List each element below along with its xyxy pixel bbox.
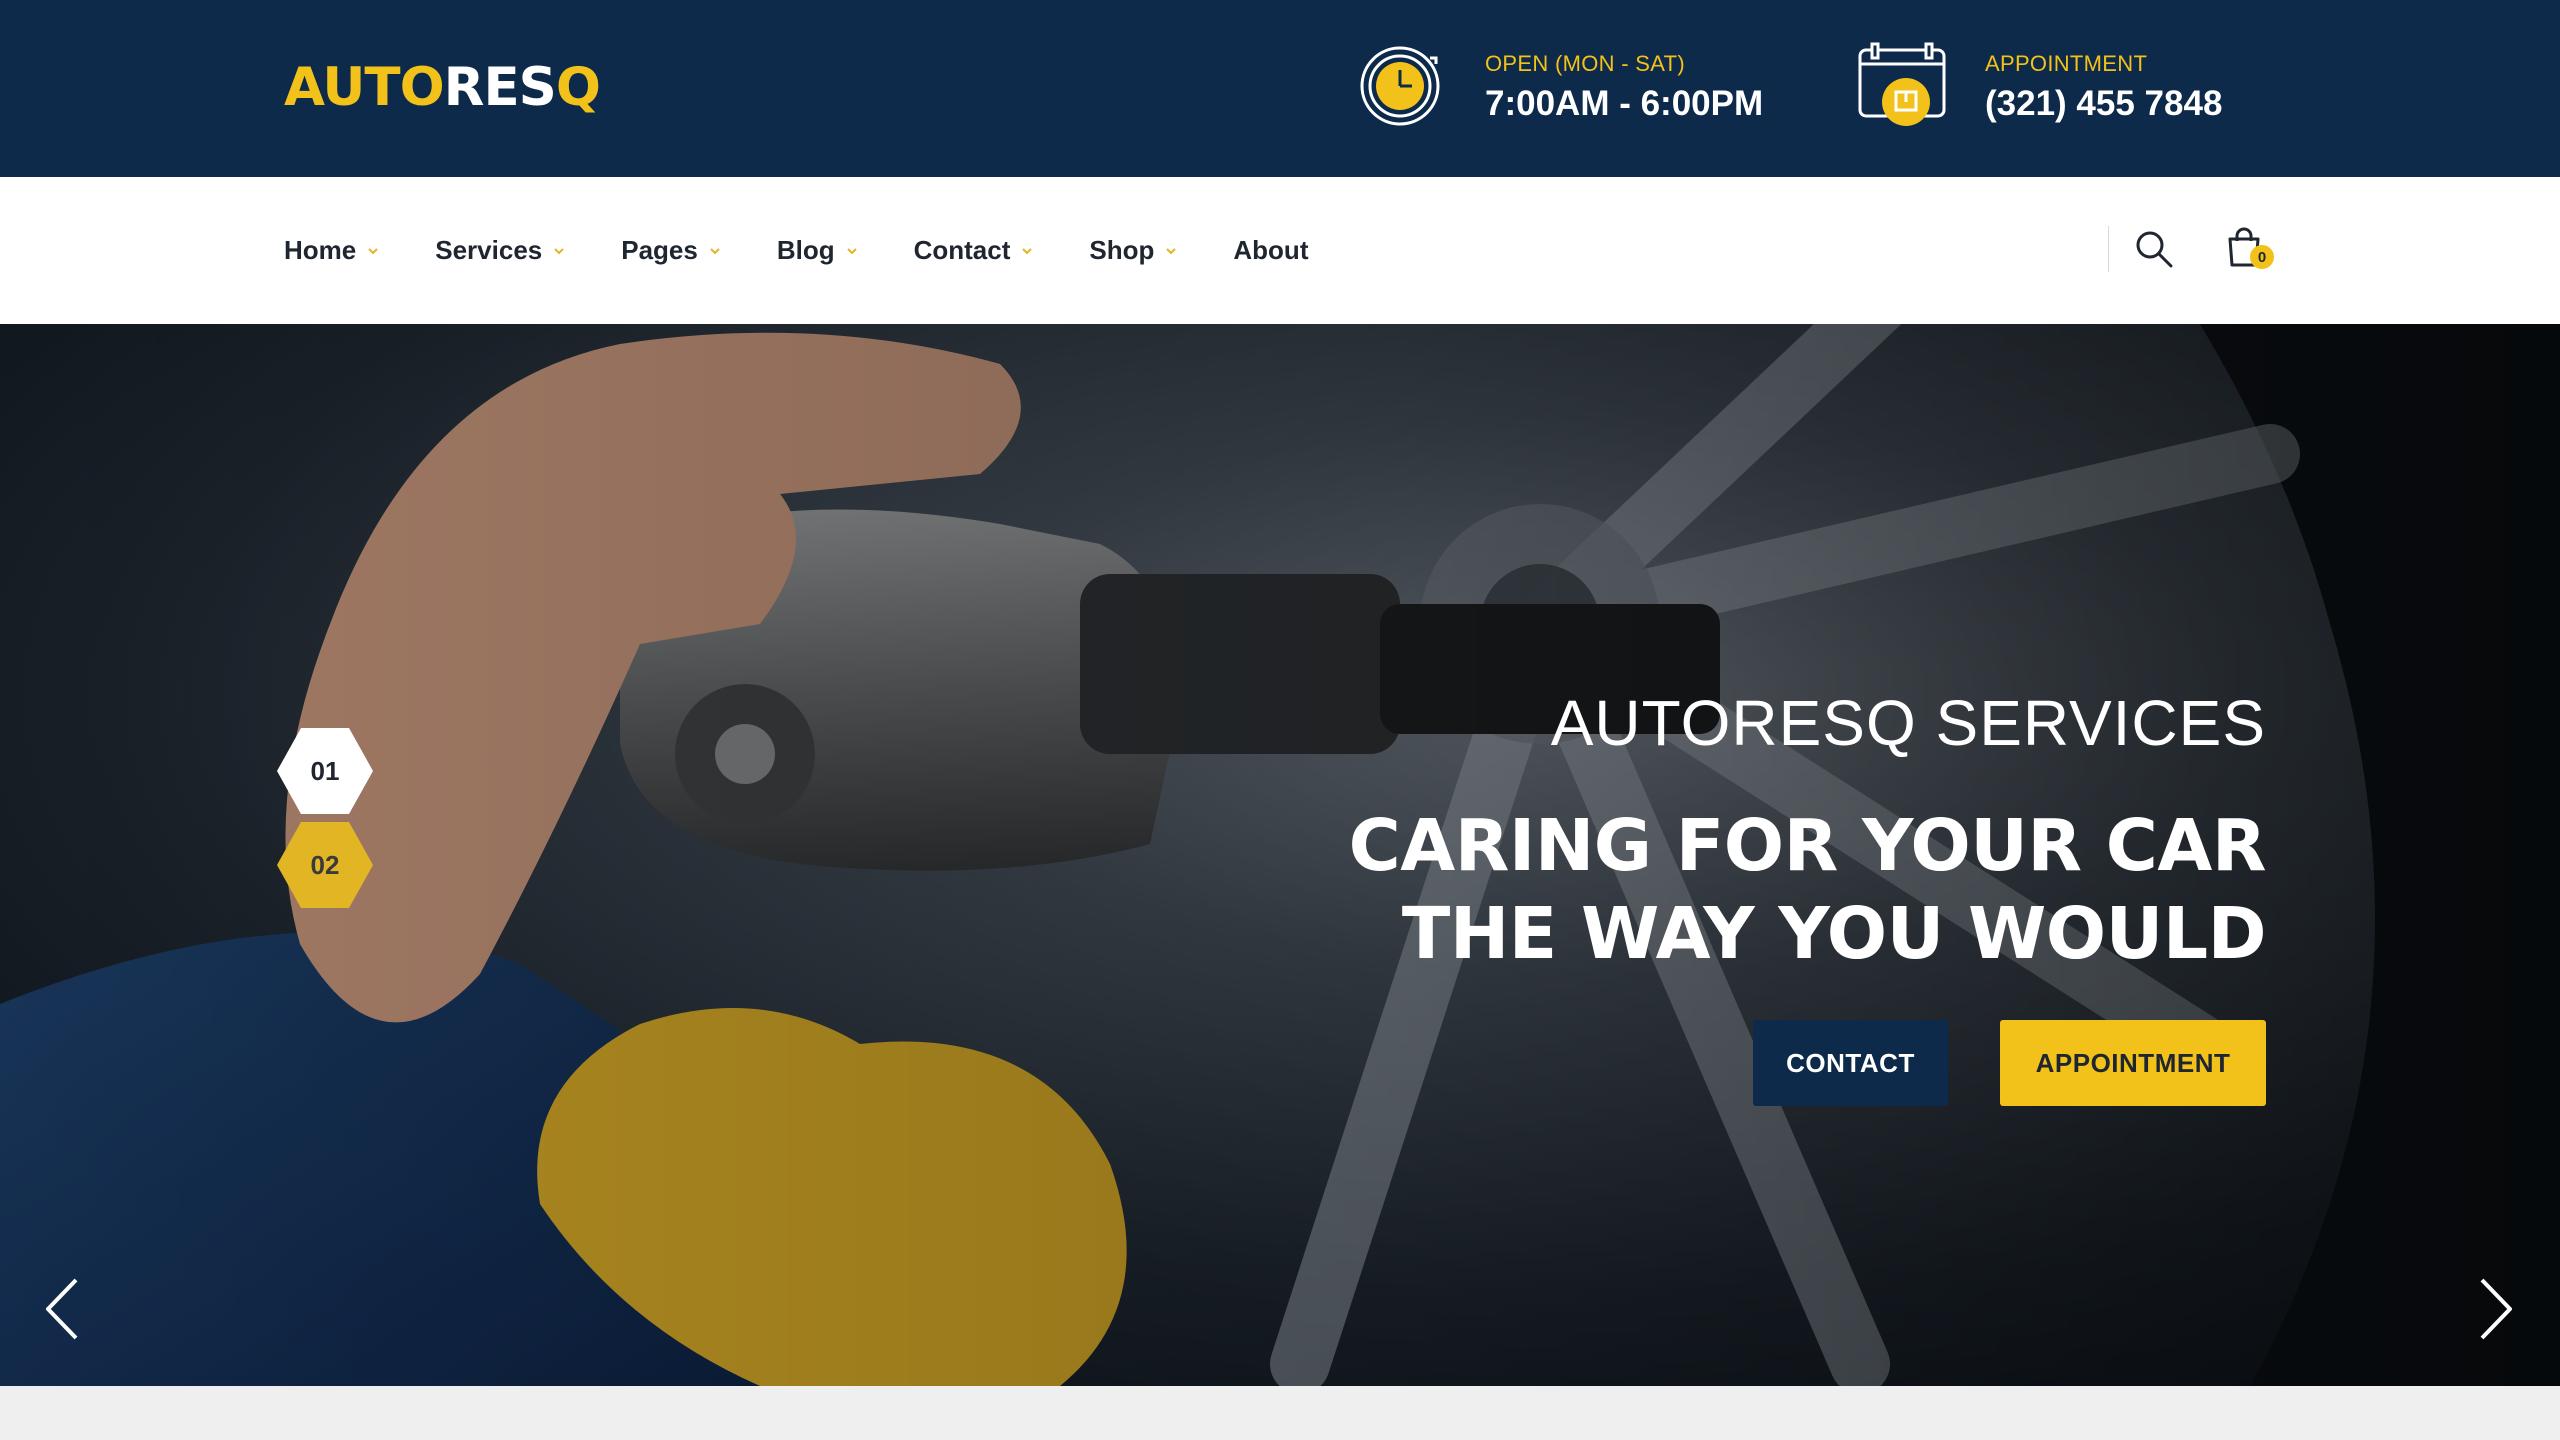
chevron-down-icon — [368, 247, 378, 254]
chevron-down-icon — [846, 247, 857, 254]
next-section-strip — [0, 1386, 2560, 1440]
appointment-info: APPOINTMENT (321) 455 7848 — [1858, 40, 2278, 140]
nav-item-home[interactable]: Home — [284, 235, 380, 266]
logo-text-res: RES — [443, 57, 557, 118]
hours-value: 7:00AM - 6:00PM — [1485, 84, 1764, 123]
nav-item-label: Home — [284, 235, 357, 265]
chevron-down-icon — [1166, 247, 1177, 254]
nav-item-label: Shop — [1089, 235, 1155, 265]
calendar-icon — [1858, 42, 1946, 126]
nav-item-contact[interactable]: Contact — [914, 235, 1035, 266]
cart-button[interactable]: 0 — [2226, 227, 2274, 275]
hours-label: OPEN (MON - SAT) — [1485, 51, 1685, 76]
contact-button[interactable]: CONTACT — [1753, 1020, 1948, 1106]
chevron-left-icon[interactable] — [40, 1274, 84, 1344]
nav-item-label: Services — [435, 235, 543, 265]
nav-item-label: Pages — [621, 235, 698, 265]
nav-item-label: Blog — [776, 235, 835, 265]
appointment-button[interactable]: APPOINTMENT — [2000, 1020, 2266, 1106]
top-header: AUTORESQ OPEN (MON - SAT) 7:00AM - 6:00P… — [0, 0, 2560, 177]
chevron-down-icon — [710, 247, 720, 254]
chevron-down-icon — [1022, 247, 1033, 254]
opening-hours-info: OPEN (MON - SAT) 7:00AM - 6:00PM — [1358, 40, 1763, 140]
hero-slider: 01 02 AUTORESQ SERVICES CARING FOR YOUR … — [0, 324, 2560, 1386]
site-logo[interactable]: AUTORESQ — [284, 57, 601, 118]
hero-title: CARING FOR YOUR CAR THE WAY YOU WOULD — [1348, 802, 2267, 978]
logo-text-q: Q — [555, 57, 601, 118]
hero-subtitle: AUTORESQ SERVICES — [1550, 687, 2266, 759]
appointment-phone[interactable]: (321) 455 7848 — [1985, 84, 2222, 124]
chevron-down-icon — [554, 247, 564, 254]
clock-icon — [1360, 46, 1440, 126]
nav-item-shop[interactable]: Shop — [1089, 235, 1178, 266]
nav-item-pages[interactable]: Pages — [621, 235, 722, 266]
nav-divider — [2108, 226, 2109, 272]
search-icon[interactable] — [2134, 229, 2174, 269]
nav-item-about[interactable]: About — [1233, 235, 1308, 266]
nav-item-label: About — [1233, 235, 1309, 265]
main-navigation: Home Services Pages Blog Contact Shop Ab… — [0, 177, 2560, 324]
nav-item-blog[interactable]: Blog — [777, 235, 859, 266]
nav-menu: Home Services Pages Blog Contact Shop Ab… — [284, 177, 1363, 324]
hero-title-line-1: CARING FOR YOUR CAR — [1348, 804, 2267, 887]
nav-item-services[interactable]: Services — [435, 235, 566, 266]
chevron-right-icon[interactable] — [2474, 1274, 2518, 1344]
appointment-label: APPOINTMENT — [1985, 51, 2148, 76]
cart-count-badge: 0 — [2250, 245, 2274, 269]
nav-item-label: Contact — [913, 235, 1011, 265]
logo-text-auto: AUTO — [284, 57, 445, 118]
hero-title-line-2: THE WAY YOU WOULD — [1401, 892, 2267, 975]
